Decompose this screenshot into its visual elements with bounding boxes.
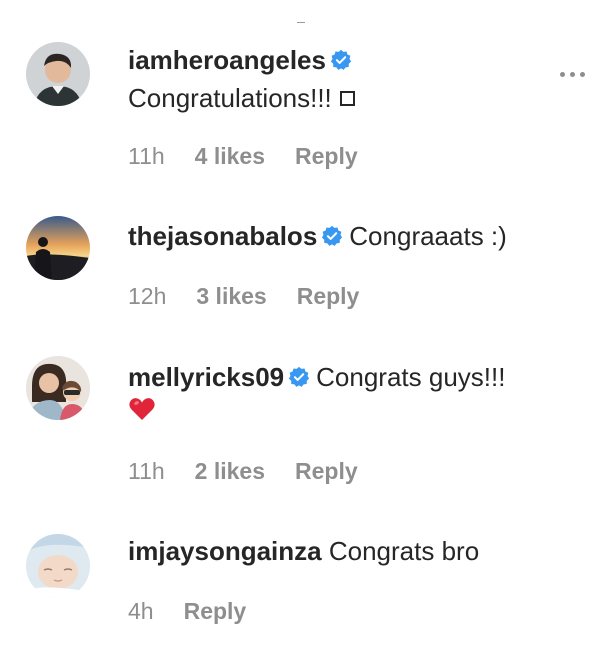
comment-text: Congratulations!!! (128, 83, 332, 113)
comment-time: 4h (128, 598, 154, 624)
verified-badge-icon (321, 225, 343, 247)
comment-line: Congratulations!!! (128, 82, 355, 114)
verified-badge-icon (330, 49, 352, 71)
comment-username[interactable]: imjaysongainza (128, 536, 322, 566)
comment-text: Congraaats :) (349, 221, 507, 251)
more-options-icon[interactable] (558, 70, 588, 80)
reply-button[interactable]: Reply (184, 598, 247, 624)
comment-text: Congrats bro (328, 536, 480, 566)
red-heart-icon (128, 396, 156, 422)
square-glyph-icon (339, 91, 355, 106)
comment-likes[interactable]: 2 likes (195, 458, 265, 484)
divider (297, 22, 305, 23)
avatar-baby-icon (26, 534, 90, 598)
comment-line (128, 396, 156, 429)
comment-username[interactable]: thejasonabalos (128, 221, 317, 251)
reply-button[interactable]: Reply (295, 458, 358, 484)
comment-meta: 11h 2 likes Reply (128, 457, 388, 485)
comment-line: imjaysongainza Congrats bro (128, 535, 479, 567)
comment-meta: 4h Reply (128, 597, 276, 625)
reply-button[interactable]: Reply (297, 283, 360, 309)
avatar[interactable] (26, 534, 90, 598)
avatar[interactable] (26, 356, 90, 420)
comment-time: 11h (128, 143, 165, 169)
verified-badge-icon (288, 366, 310, 388)
avatar-woman-with-child-icon (26, 356, 90, 420)
comment-likes[interactable]: 4 likes (195, 143, 265, 169)
comment-likes[interactable]: 3 likes (196, 283, 266, 309)
comment-line: iamheroangeles (128, 44, 358, 76)
comment-text: Congrats guys!!! (316, 362, 506, 392)
reply-button[interactable]: Reply (295, 143, 358, 169)
avatar-man-portrait-icon (26, 42, 90, 106)
avatar[interactable] (26, 216, 90, 280)
comment-username[interactable]: iamheroangeles (128, 45, 326, 75)
comment-line: mellyricks09 Congrats guys!!! (128, 361, 505, 393)
comment-time: 11h (128, 458, 165, 484)
comment-time: 12h (128, 283, 167, 309)
comment-meta: 12h 3 likes Reply (128, 282, 389, 310)
comment-username[interactable]: mellyricks09 (128, 362, 284, 392)
avatar[interactable] (26, 42, 90, 106)
avatar-sunset-silhouette-icon (26, 216, 90, 280)
comment-meta: 11h 4 likes Reply (128, 142, 388, 170)
comment-line: thejasonabalos Congraaats :) (128, 220, 507, 252)
